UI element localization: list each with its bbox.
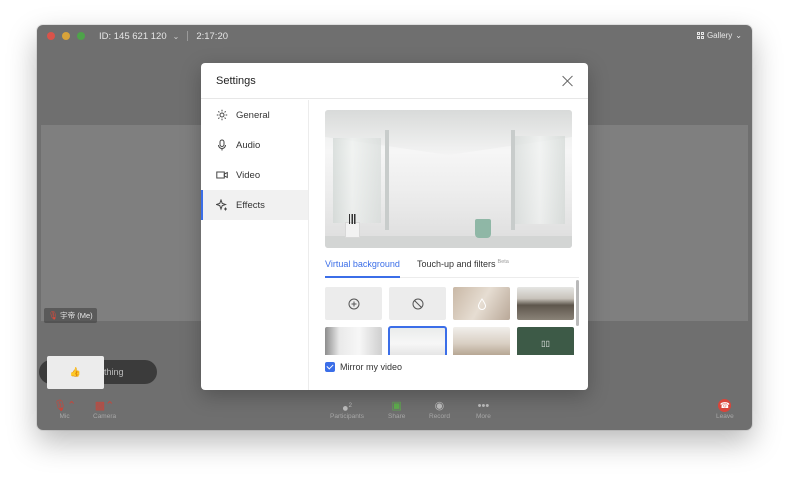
sidebar-item-label: Audio [236, 139, 261, 151]
participants-button[interactable]: ●2 Participants [330, 399, 364, 420]
participants-label: Participants [330, 413, 364, 420]
share-screen-icon: ▣ [391, 400, 402, 412]
no-background-button[interactable] [389, 287, 446, 320]
background-thumbnail[interactable]: ▯▯ [517, 327, 574, 355]
meeting-toolbar: 🎙⌃ Mic ▩⌃ Camera ●2 Participants ▣ Share… [37, 393, 752, 430]
meeting-timer: 2:17:20 [196, 30, 229, 42]
chevron-down-icon[interactable]: ⌄ [173, 32, 180, 41]
share-button[interactable]: ▣ Share [388, 399, 405, 420]
more-button[interactable]: ••• More [476, 399, 491, 420]
record-icon: ◉ [434, 400, 445, 412]
background-thumbnail-selected[interactable] [388, 326, 447, 355]
record-button[interactable]: ◉ Record [429, 399, 450, 420]
camera-off-icon: ▩⌃ [94, 400, 115, 412]
sidebar-item-effects[interactable]: Effects [201, 190, 308, 220]
sidebar-item-video[interactable]: Video [201, 160, 308, 190]
camera-button[interactable]: ▩⌃ Camera [93, 399, 116, 420]
close-window-button[interactable] [47, 32, 55, 40]
participants-icon: ●2 [341, 402, 352, 415]
settings-dialog: Settings General Audio Video Effects Vir… [201, 63, 588, 390]
gallery-label: Gallery [706, 31, 733, 40]
share-label: Share [388, 413, 406, 420]
sidebar-item-audio[interactable]: Audio [201, 130, 308, 160]
sidebar-item-label: General [236, 109, 270, 121]
sidebar-item-label: Effects [236, 199, 265, 211]
title-bar: ID: 145 621 120 ⌄ 2:17:20 Gallery ⌄ [37, 25, 752, 47]
blur-background-button[interactable] [453, 287, 510, 320]
leave-button[interactable]: ☎ Leave [716, 399, 734, 420]
sparkle-icon [216, 199, 227, 211]
mic-label: Mic [59, 413, 70, 420]
camera-label: Camera [93, 413, 117, 420]
more-label: More [476, 413, 491, 420]
effects-tabs: Virtual background Touch-up and filters … [325, 258, 579, 278]
gallery-scrollbar[interactable] [576, 280, 579, 326]
frames-icon: ▯▯ [541, 339, 550, 348]
add-background-button[interactable] [325, 287, 382, 320]
thumbs-up-icon[interactable]: 👍 [47, 355, 104, 389]
tab-label: Touch-up and filters [417, 259, 496, 269]
video-preview [325, 110, 572, 248]
leave-phone-icon: ☎ [718, 399, 732, 412]
settings-header: Settings [201, 63, 588, 99]
mirror-checkbox[interactable] [325, 362, 335, 372]
background-thumbnail[interactable] [517, 287, 574, 320]
background-gallery: ▯▯ [325, 287, 574, 355]
settings-title: Settings [216, 74, 256, 87]
background-thumbnail[interactable] [325, 327, 382, 355]
mic-button[interactable]: 🎙⌃ Mic [53, 399, 76, 420]
gallery-view-button[interactable]: Gallery ⌄ [696, 31, 742, 40]
more-dots-icon: ••• [477, 400, 490, 412]
divider [187, 31, 189, 41]
ban-icon [412, 298, 423, 309]
chevron-down-icon: ⌄ [735, 31, 742, 40]
plus-circle-icon [348, 298, 359, 309]
zoom-window-button[interactable] [77, 32, 85, 40]
self-name: 宇帝 (Me) [60, 311, 93, 320]
beta-badge: Beta [497, 259, 509, 265]
record-label: Record [429, 413, 450, 420]
gear-icon [216, 109, 228, 121]
mirror-video-option[interactable]: Mirror my video [325, 362, 402, 372]
microphone-icon [218, 139, 226, 151]
sidebar-item-label: Video [236, 169, 261, 181]
video-camera-icon [216, 171, 228, 179]
tab-touchup-filters[interactable]: Touch-up and filters Beta [417, 258, 509, 278]
self-name-tag: 🎙 宇帝 (Me) [44, 308, 97, 323]
drop-icon [477, 297, 486, 310]
meeting-id[interactable]: ID: 145 621 120 [99, 31, 167, 42]
settings-sidebar: General Audio Video Effects [201, 100, 309, 390]
mirror-label: Mirror my video [340, 362, 403, 372]
close-icon[interactable] [562, 75, 574, 87]
mic-off-icon: 🎙⌃ [53, 400, 77, 412]
window-controls [47, 32, 85, 40]
quick-chat-bar[interactable]: › Say something 👍 [39, 355, 157, 389]
leave-label: Leave [716, 413, 734, 420]
grid-icon [696, 32, 704, 39]
background-thumbnail[interactable] [453, 327, 510, 355]
mic-off-icon: 🎙 [48, 311, 59, 320]
sidebar-item-general[interactable]: General [201, 100, 308, 130]
tab-label: Virtual background [325, 259, 400, 269]
participants-count: 2 [348, 403, 352, 409]
minimize-window-button[interactable] [62, 32, 70, 40]
tab-virtual-background[interactable]: Virtual background [325, 258, 400, 278]
